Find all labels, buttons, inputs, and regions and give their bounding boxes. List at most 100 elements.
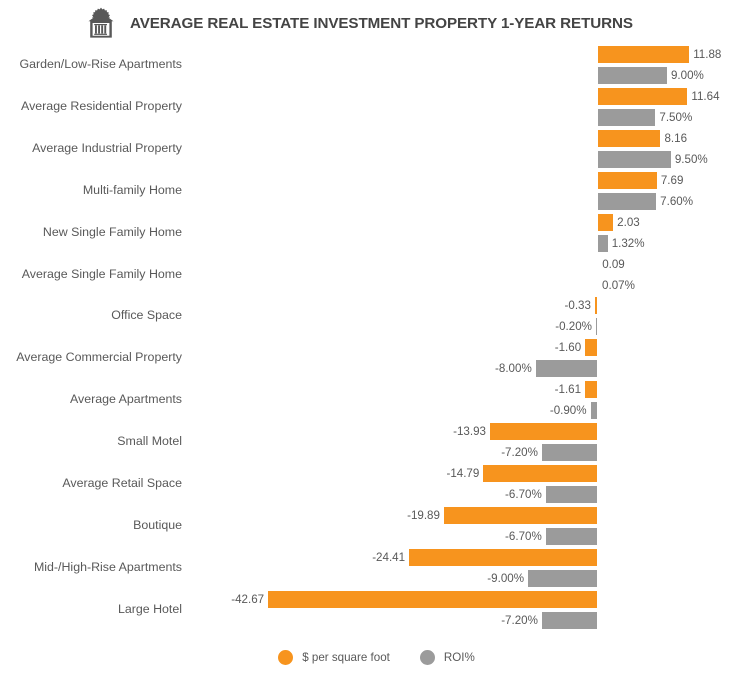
bar-value-label: 7.60%	[660, 194, 694, 208]
bar-group: Average Apartments -1.61 -0.90%	[0, 381, 753, 420]
bar-group: Boutique -19.89 -6.70%	[0, 506, 753, 545]
chart-header: AVERAGE REAL ESTATE INVESTMENT PROPERTY …	[0, 0, 753, 40]
bar-row: 7.50%	[0, 108, 753, 126]
bar-row: -19.89	[0, 506, 753, 524]
bar-row: -7.20%	[0, 444, 753, 462]
bar-row: 0.09	[0, 256, 753, 273]
bar-value-label: 2.03	[617, 215, 640, 229]
bar-group: Average Residential Property 11.64 7.50%	[0, 87, 753, 126]
legend-item-dollar-per-sqft[interactable]: $ per square foot	[278, 650, 390, 665]
bar-roi-percent[interactable]	[597, 192, 657, 210]
bar-row: -7.20%	[0, 611, 753, 629]
bar-value-label: 11.88	[693, 48, 722, 61]
bar-dollar-per-sqft[interactable]	[597, 171, 657, 189]
bar-roi-percent[interactable]	[597, 234, 608, 252]
bar-roi-percent[interactable]	[597, 150, 671, 168]
bar-row: -8.00%	[0, 360, 753, 378]
bar-value-label: 7.69	[660, 173, 684, 187]
bar-dollar-per-sqft[interactable]	[483, 465, 598, 482]
bar-dollar-per-sqft[interactable]	[597, 213, 614, 231]
bar-row: 8.16	[0, 129, 753, 147]
bar-group: Small Motel -13.93 -7.20%	[0, 423, 753, 462]
bar-roi-percent[interactable]	[545, 486, 598, 503]
bar-value-label: -6.70%	[505, 488, 542, 501]
bar-dollar-per-sqft[interactable]	[409, 548, 598, 566]
bar-value-label: -13.93	[453, 425, 486, 439]
bar-dollar-per-sqft[interactable]	[597, 46, 690, 63]
bar-row: -0.90%	[0, 402, 753, 420]
bar-row: -0.33	[0, 297, 753, 315]
bar-group: Average Industrial Property 8.16 9.50%	[0, 129, 753, 168]
bar-roi-percent[interactable]	[590, 402, 598, 420]
bar-group: Garden/Low-Rise Apartments 11.88 9.00%	[0, 46, 753, 84]
bar-value-label: -7.20%	[501, 446, 538, 460]
legend-label: ROI%	[443, 651, 475, 664]
bar-row: -42.67	[0, 590, 753, 608]
circle-marker-gray-icon	[419, 650, 435, 665]
bar-group: Office Space -0.33 -0.20%	[0, 297, 753, 336]
bar-value-label: 9.00%	[670, 69, 704, 82]
page-title: AVERAGE REAL ESTATE INVESTMENT PROPERTY …	[130, 14, 633, 32]
bar-group: Average Single Family Home 0.09 0.07%	[0, 256, 753, 294]
bar-roi-percent[interactable]	[541, 611, 598, 629]
bar-row: 0.07%	[0, 277, 753, 294]
bar-group: Large Hotel -42.67 -7.20%	[0, 590, 753, 629]
bar-row: -1.60	[0, 339, 753, 357]
bar-row: -6.70%	[0, 527, 753, 545]
bar-roi-percent[interactable]	[545, 527, 598, 545]
bar-dollar-per-sqft[interactable]	[597, 129, 661, 147]
chart-plot-area: Garden/Low-Rise Apartments 11.88 9.00% Aver…	[0, 44, 753, 636]
bar-value-label: -0.33	[564, 299, 591, 313]
bar-value-label: -1.60	[554, 341, 582, 355]
bar-row: 9.50%	[0, 150, 753, 168]
bar-value-label: -8.00%	[495, 362, 532, 376]
bar-dollar-per-sqft[interactable]	[443, 506, 598, 524]
bar-value-label: 0.09	[602, 257, 625, 271]
bar-dollar-per-sqft[interactable]	[489, 423, 598, 441]
bar-row: -0.20%	[0, 318, 753, 336]
bar-value-label: 7.50%	[659, 110, 693, 124]
bar-roi-percent[interactable]	[595, 318, 598, 336]
bar-dollar-per-sqft[interactable]	[594, 297, 598, 315]
bar-value-label: 8.16	[664, 131, 688, 145]
bar-value-label: 0.07%	[602, 278, 635, 292]
bar-row: 7.60%	[0, 192, 753, 210]
bar-value-label: 9.50%	[674, 152, 708, 166]
bar-value-label: -14.79	[446, 467, 480, 480]
chart-legend: $ per square foot ROI%	[0, 650, 753, 665]
circle-marker-orange-icon	[278, 650, 294, 665]
bar-value-label: 1.32%	[611, 236, 645, 250]
bar-value-label: -9.00%	[487, 571, 525, 585]
bar-row: -13.93	[0, 423, 753, 441]
bar-row: 11.88	[0, 46, 753, 63]
bar-row: -14.79	[0, 465, 753, 482]
bar-value-label: 11.64	[691, 89, 720, 103]
bar-dollar-per-sqft[interactable]	[585, 339, 598, 357]
bar-row: -24.41	[0, 548, 753, 566]
bar-row: 7.69	[0, 171, 753, 189]
bar-dollar-per-sqft[interactable]	[597, 87, 688, 105]
bank-building-icon	[88, 7, 114, 38]
bar-value-label: -7.20%	[501, 613, 538, 627]
bar-row: -6.70%	[0, 486, 753, 503]
bar-row: 1.32%	[0, 234, 753, 252]
bar-row: 2.03	[0, 213, 753, 231]
bar-roi-percent[interactable]	[528, 569, 598, 587]
bar-row: -9.00%	[0, 569, 753, 587]
bar-group: Average Retail Space -14.79 -6.70%	[0, 465, 753, 503]
bar-roi-percent[interactable]	[597, 108, 656, 126]
bar-dollar-per-sqft[interactable]	[585, 381, 598, 399]
bar-value-label: -19.89	[407, 508, 440, 522]
legend-item-roi-percent[interactable]: ROI%	[419, 650, 475, 665]
bar-row: -1.61	[0, 381, 753, 399]
bar-value-label: -6.70%	[505, 529, 542, 543]
bar-roi-percent[interactable]	[597, 67, 667, 84]
bar-dollar-per-sqft[interactable]	[268, 590, 598, 608]
bar-row: 11.64	[0, 87, 753, 105]
bar-value-label: -1.61	[554, 383, 582, 397]
bar-group: Multi-family Home 7.69 7.60%	[0, 171, 753, 210]
bar-roi-percent[interactable]	[541, 444, 598, 462]
bar-roi-percent[interactable]	[535, 360, 598, 378]
bar-group: Average Commercial Property -1.60 -8.00%	[0, 339, 753, 378]
bar-value-label: -0.20%	[555, 320, 592, 334]
